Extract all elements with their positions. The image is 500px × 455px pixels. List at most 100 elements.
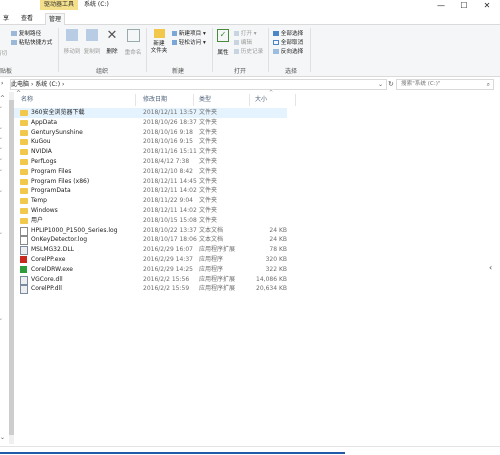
nav-item-mark[interactable]: ʼ [0, 137, 2, 144]
history-button[interactable]: 历史记录 [234, 47, 263, 55]
nav-item-mark[interactable]: ʼ [0, 106, 2, 113]
file-row[interactable]: GenturySunshine 2018/10/16 9:18 文件夹 [14, 128, 494, 138]
file-row[interactable]: ProgramData 2018/12/11 14:02 文件夹 [14, 186, 494, 196]
nav-item-mark[interactable]: ʼ [0, 190, 2, 197]
file-name: VGCore.dll [31, 275, 63, 283]
file-date: 2018/10/22 13:37 [143, 226, 197, 234]
rename-icon [126, 29, 140, 42]
file-row[interactable]: 360安全浏览器下载 2018/12/11 13:57 文件夹 [14, 108, 287, 118]
close-button[interactable]: ✕ [476, 0, 498, 12]
search-icon[interactable]: ⌕ [487, 80, 490, 89]
address-dropdown-icon[interactable]: ⌄ [378, 80, 383, 89]
file-row[interactable]: NVIDIA 2018/11/16 15:11 文件夹 [14, 147, 494, 157]
file-size: 320 KB [265, 255, 287, 263]
column-header-date[interactable]: 修改日期 [143, 94, 194, 106]
address-row: › 此电脑 › 系统 (C:) › ⌄ ↻ 搜索"系统 (C:)" ⌕ [0, 78, 500, 90]
file-row[interactable]: Windows 2018/12/11 14:02 文件夹 [14, 206, 494, 216]
new-item-button[interactable]: 新建项目 ▾ [172, 29, 206, 37]
folder-icon [20, 217, 28, 224]
maximize-button[interactable]: ☐ [453, 0, 475, 12]
open-button[interactable]: 打开 ▾ [234, 29, 257, 37]
nav-item-mark[interactable]: ʼ [0, 147, 2, 154]
new-group-label: 新建 [172, 68, 185, 75]
file-size: 14,086 KB [256, 275, 287, 283]
refresh-icon[interactable]: ↻ [388, 79, 394, 90]
nav-item-mark[interactable]: ʼ [0, 158, 2, 165]
folder-icon [20, 149, 28, 156]
file-row[interactable]: Program Files 2018/12/10 8:42 文件夹 [14, 167, 494, 177]
cut-button[interactable]: 剪切 [0, 29, 11, 57]
delete-button[interactable]: ✕ 删除 [106, 29, 118, 55]
nav-item-mark[interactable]: ʼ [0, 169, 2, 176]
paste-shortcut-button[interactable]: 粘贴快捷方式 [11, 38, 52, 46]
corelpp-app-icon [20, 255, 27, 263]
nav-item-mark[interactable]: ʼ [0, 127, 2, 134]
file-row[interactable]: OnKeyDetector.log 2018/10/17 18:06 文本文档 24 … [14, 235, 494, 246]
folder-icon [20, 158, 28, 165]
nav-scroll-down-icon[interactable]: ⌄ [0, 434, 5, 441]
column-header-name[interactable]: 名称 [21, 94, 136, 106]
cut-label: 剪切 [0, 51, 8, 57]
file-row[interactable]: VGCore.dll 2016/2/2 15:56 应用程序扩展 14,086 KB [14, 275, 494, 285]
edit-button[interactable]: 编辑 [234, 38, 252, 46]
column-header-type[interactable]: 类型 [199, 94, 250, 106]
copy-path-label: 复制路径 [18, 31, 42, 37]
nav-collapse-icon[interactable]: ^ [0, 95, 5, 102]
file-type: 应用程序 [199, 265, 224, 273]
easy-access-button[interactable]: 轻松访问 ▾ [172, 38, 206, 46]
properties-button[interactable]: ✓ 属性 [216, 29, 230, 56]
move-to-button[interactable]: 移动到 [63, 29, 81, 55]
copy-to-icon [86, 29, 98, 41]
rename-button[interactable]: 重命名 [124, 29, 142, 56]
breadcrumb-drive[interactable]: 系统 (C:) [35, 81, 60, 88]
new-item-label: 新建项目 [178, 31, 202, 37]
file-row[interactable]: PerfLogs 2018/4/12 7:38 文件夹 [14, 157, 494, 167]
file-row[interactable]: CorelDRW.exe 2016/2/29 14:25 应用程序 322 KB [14, 265, 494, 275]
minimize-button[interactable]: — [430, 0, 452, 12]
collapse-pane-chevron-icon[interactable]: ‹ [489, 263, 492, 272]
copy-path-button[interactable]: 复制路径 [11, 29, 41, 37]
file-row[interactable]: CorelPP.dll 2016/2/2 15:59 应用程序扩展 20,634 KB [14, 284, 494, 295]
invert-selection-button[interactable]: 反向选择 [273, 47, 303, 55]
file-name: 用户 [31, 216, 44, 224]
open-icon [234, 31, 239, 36]
file-row[interactable]: 用户 2018/10/15 15:08 文件夹 [14, 216, 494, 226]
folder-icon [20, 110, 28, 116]
file-row[interactable]: Program Files (x86) 2018/12/11 14:45 文件夹 [14, 177, 494, 187]
drive-tools-context-tab: 驱动器工具 [40, 0, 79, 10]
file-name: MSLMG32.DLL [31, 246, 75, 254]
nav-item-mark[interactable]: ʼ [0, 318, 2, 325]
tab-manage[interactable]: 管理 [45, 13, 66, 25]
new-folder-button[interactable]: 新建 文件夹 [150, 29, 168, 55]
file-row[interactable]: KuGou 2018/10/16 9:15 文件夹 [14, 137, 494, 147]
file-row[interactable]: MSLMG32.DLL 2016/2/29 16:07 应用程序扩展 78 KB [14, 245, 494, 256]
select-none-button[interactable]: 全部取消 [273, 38, 303, 46]
address-bar[interactable]: 此电脑 › 系统 (C:) › ⌄ [10, 79, 387, 90]
file-row[interactable]: CorelPP.exe 2016/2/29 14:37 应用程序 320 KB [14, 255, 494, 265]
file-row[interactable]: AppData 2018/10/26 18:37 文件夹 [14, 118, 494, 128]
file-type: 文件夹 [199, 128, 218, 136]
nav-item-mark[interactable]: ʼ [0, 232, 2, 239]
column-header-size[interactable]: 大小 [255, 94, 296, 106]
breadcrumb-this-pc[interactable]: 此电脑 [11, 81, 29, 88]
file-type: 文件夹 [199, 187, 218, 195]
dll-file-icon [20, 275, 28, 285]
ribbon-divider [212, 28, 213, 72]
file-date: 2018/12/10 8:42 [143, 167, 193, 175]
easy-access-icon [172, 40, 177, 45]
breadcrumb-arrow-icon[interactable]: › [1, 79, 3, 89]
invert-selection-label: 反向选择 [280, 49, 304, 55]
navigation-pane[interactable]: ^ ʼ ʼ ʼ ʼ ʼ ʼ ʼ ʼ ʼ ⌄ [0, 94, 9, 446]
open-group-label: 打开 [234, 68, 247, 75]
move-to-label: 移动到 [63, 49, 81, 55]
select-all-button[interactable]: 全部选择 [273, 29, 303, 37]
tab-view[interactable]: 查看 [18, 13, 36, 24]
file-type: 文件夹 [199, 167, 218, 175]
dll-file-icon [20, 285, 28, 295]
file-row[interactable]: HPLIP1000_P1500_Series.log 2018/10/22 13:… [14, 226, 494, 236]
tab-share[interactable]: 享 [0, 13, 12, 24]
file-row[interactable]: Temp 2018/11/22 9:04 文件夹 [14, 196, 494, 206]
search-input[interactable]: 搜索"系统 (C:)" ⌕ [396, 79, 494, 90]
copy-to-button[interactable]: 复制到 [83, 29, 101, 55]
file-name: CorelPP.dll [31, 285, 62, 293]
